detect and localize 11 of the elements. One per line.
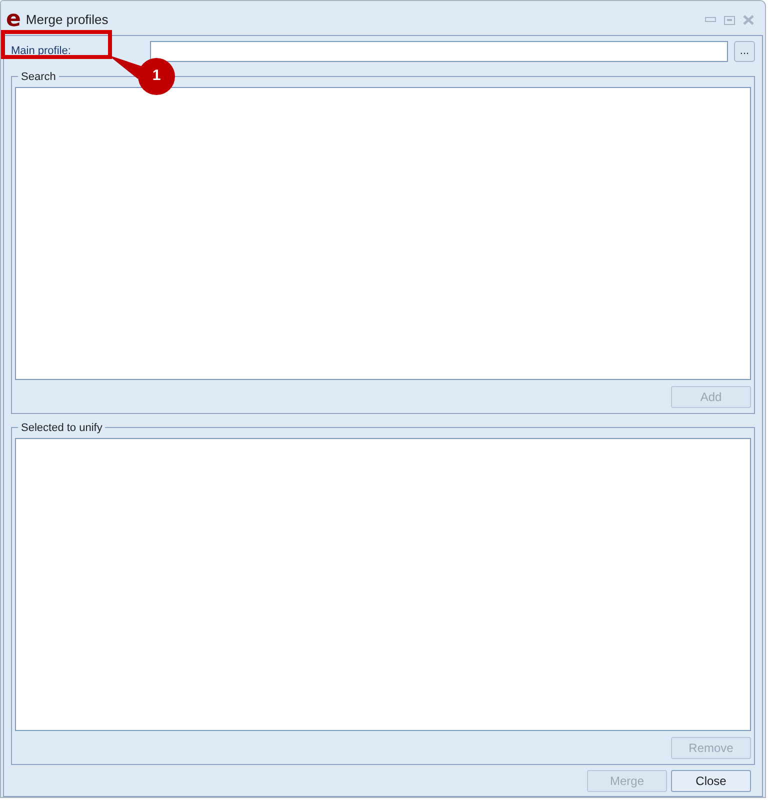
- app-logo-icon: e: [6, 10, 21, 30]
- maximize-icon[interactable]: [724, 16, 735, 24]
- group-title: Selected to unify: [18, 420, 106, 436]
- close-icon[interactable]: [743, 15, 754, 25]
- main-profile-field[interactable]: [150, 40, 728, 62]
- close-button[interactable]: Close: [671, 770, 751, 792]
- minimize-icon[interactable]: [705, 17, 716, 23]
- browse-button[interactable]: ...: [734, 40, 755, 62]
- list-box[interactable]: [15, 438, 751, 731]
- window-title: Merge profiles: [26, 11, 108, 30]
- list-box[interactable]: [15, 87, 751, 380]
